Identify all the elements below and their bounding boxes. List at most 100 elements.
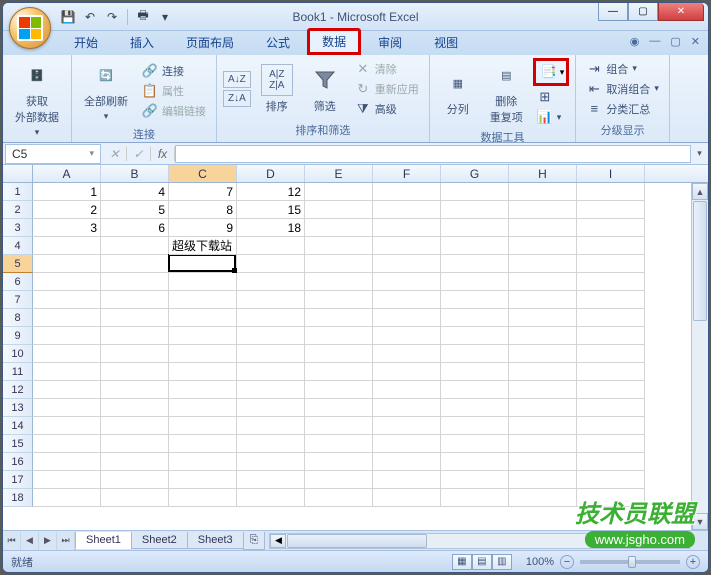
cell[interactable] [509,381,577,399]
cell[interactable] [33,489,101,507]
cell[interactable] [237,489,305,507]
sheet-tab[interactable]: Sheet1 [75,532,132,549]
cell[interactable] [509,435,577,453]
cell[interactable] [101,417,169,435]
cell[interactable] [441,435,509,453]
page-layout-view-button[interactable]: ▤ [472,554,492,570]
cell[interactable] [509,489,577,507]
cell[interactable] [509,273,577,291]
cell[interactable] [373,345,441,363]
cell[interactable] [33,309,101,327]
cell[interactable] [101,255,169,273]
cell[interactable] [305,219,373,237]
cell[interactable] [441,327,509,345]
cell[interactable] [577,345,645,363]
cell[interactable] [169,435,237,453]
cell[interactable] [237,237,305,255]
zoom-percent[interactable]: 100% [526,556,554,568]
cell[interactable] [305,237,373,255]
cell[interactable]: 7 [169,183,237,201]
sort-descending-button[interactable]: Z↓A [223,90,251,107]
col-header-d[interactable]: D [237,165,305,182]
cell[interactable] [169,363,237,381]
cell[interactable] [237,273,305,291]
cell[interactable] [441,417,509,435]
cell[interactable] [373,453,441,471]
cell[interactable] [373,471,441,489]
row-header[interactable]: 10 [3,345,33,363]
cell[interactable] [169,489,237,507]
cell[interactable] [509,363,577,381]
cell[interactable] [373,489,441,507]
cell[interactable] [373,273,441,291]
cell[interactable] [441,453,509,471]
qat-save-button[interactable]: 💾 [59,8,77,26]
spreadsheet-grid[interactable]: A B C D E F G H I 1 2 3 4 5 6 7 8 9 10 1… [3,165,708,530]
cell[interactable] [33,327,101,345]
cell[interactable] [441,255,509,273]
cell[interactable] [305,471,373,489]
reapply-button[interactable]: ↻重新应用 [351,80,423,98]
cell[interactable] [305,345,373,363]
cell[interactable] [237,399,305,417]
sheet-nav-first[interactable]: ⏮ [3,532,21,550]
new-sheet-button[interactable]: ⎘ [243,532,266,550]
subtotal-button[interactable]: ≡分类汇总 [582,100,663,118]
cell[interactable] [101,381,169,399]
cell[interactable] [237,309,305,327]
data-validation-button[interactable]: 📑▾ [533,58,570,86]
cell[interactable] [237,345,305,363]
connections-button[interactable]: 🔗连接 [138,62,210,80]
cell[interactable] [441,399,509,417]
cell[interactable] [577,291,645,309]
cell[interactable]: 3 [33,219,101,237]
col-header-b[interactable]: B [101,165,169,182]
sheet-tab[interactable]: Sheet3 [187,532,244,549]
cell[interactable]: 4 [101,183,169,201]
row-header[interactable]: 7 [3,291,33,309]
cell[interactable]: 超级下载站 [169,237,237,255]
cell[interactable] [373,309,441,327]
cell[interactable] [577,417,645,435]
properties-button[interactable]: 📋属性 [138,82,210,100]
tab-home[interactable]: 开始 [59,29,113,55]
cell[interactable] [169,399,237,417]
cell[interactable] [577,255,645,273]
tab-insert[interactable]: 插入 [115,29,169,55]
cell[interactable] [33,471,101,489]
cell[interactable] [237,363,305,381]
cell[interactable] [509,183,577,201]
cell[interactable] [577,381,645,399]
cells-area[interactable]: 14712 25815 36918 超级下载站 [33,183,708,530]
cell[interactable] [509,417,577,435]
row-header[interactable]: 6 [3,273,33,291]
cell[interactable] [577,201,645,219]
cell[interactable] [305,291,373,309]
cell[interactable] [169,471,237,489]
cell[interactable] [305,255,373,273]
tab-view[interactable]: 视图 [419,29,473,55]
cell[interactable] [373,363,441,381]
col-header-c[interactable]: C [169,165,237,182]
sheet-nav-last[interactable]: ⏭ [57,532,75,550]
cell[interactable] [101,435,169,453]
expand-formula-bar-button[interactable]: ▾ [691,148,708,159]
col-header-e[interactable]: E [305,165,373,182]
ribbon-help-button[interactable]: ◉ [630,35,640,48]
sheet-nav-next[interactable]: ▶ [39,532,57,550]
cell[interactable] [373,417,441,435]
cell[interactable] [169,327,237,345]
cell[interactable] [305,327,373,345]
cell[interactable] [237,417,305,435]
scroll-down-button[interactable]: ▼ [692,513,708,530]
cell[interactable] [577,237,645,255]
doc-close-button[interactable]: ✕ [691,35,700,48]
tab-formulas[interactable]: 公式 [251,29,305,55]
page-break-view-button[interactable]: ▥ [492,554,512,570]
col-header-g[interactable]: G [441,165,509,182]
row-header[interactable]: 5 [3,255,33,273]
cell[interactable] [169,417,237,435]
cell[interactable] [169,273,237,291]
cell[interactable] [169,255,237,273]
consolidate-button[interactable]: ⊞ [533,88,570,106]
